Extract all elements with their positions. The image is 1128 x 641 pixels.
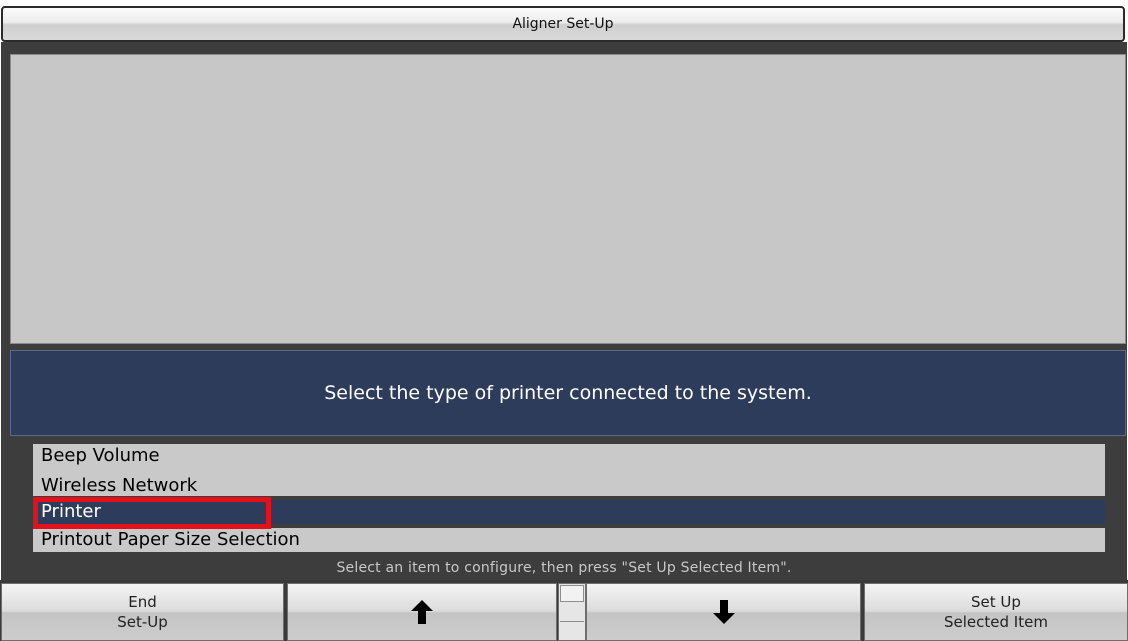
- info-message: Select the type of printer connected to …: [324, 382, 812, 404]
- list-item-wireless-network[interactable]: Wireless Network: [33, 469, 1105, 496]
- list-item-beep-volume[interactable]: Beep Volume: [33, 444, 1105, 469]
- list-item-label: Wireless Network: [41, 475, 198, 496]
- window-title: Aligner Set-Up: [512, 16, 614, 32]
- list-item-label: Printout Paper Size Selection: [41, 529, 300, 550]
- end-setup-label: End Set-Up: [117, 593, 168, 631]
- setup-selected-item-button[interactable]: Set Up Selected Item: [864, 583, 1128, 641]
- scrollbar-thumb[interactable]: [560, 585, 584, 602]
- end-setup-button[interactable]: End Set-Up: [1, 583, 284, 641]
- graphic-panel: [10, 54, 1126, 344]
- scrollbar-divider: [560, 621, 584, 622]
- arrow-down-icon: [712, 599, 736, 625]
- setup-list: Beep Volume Wireless Network Printer Pri…: [33, 442, 1105, 554]
- hint-bar: Select an item to configure, then press …: [0, 557, 1128, 579]
- move-up-button[interactable]: [287, 583, 557, 641]
- move-down-button[interactable]: [586, 583, 861, 641]
- list-item-printer[interactable]: Printer: [33, 500, 1105, 524]
- list-item-label: Printer: [41, 501, 101, 522]
- setup-selected-item-label: Set Up Selected Item: [944, 593, 1048, 631]
- title-bar: Aligner Set-Up: [1, 6, 1125, 42]
- arrow-up-icon: [410, 599, 434, 625]
- list-item-label: Beep Volume: [41, 445, 160, 466]
- info-panel: Select the type of printer connected to …: [10, 350, 1126, 436]
- aligner-setup-screen: Aligner Set-Up Select the type of printe…: [0, 0, 1128, 641]
- list-item-printout-paper-size[interactable]: Printout Paper Size Selection: [33, 528, 1105, 552]
- hint-text: Select an item to configure, then press …: [336, 560, 792, 576]
